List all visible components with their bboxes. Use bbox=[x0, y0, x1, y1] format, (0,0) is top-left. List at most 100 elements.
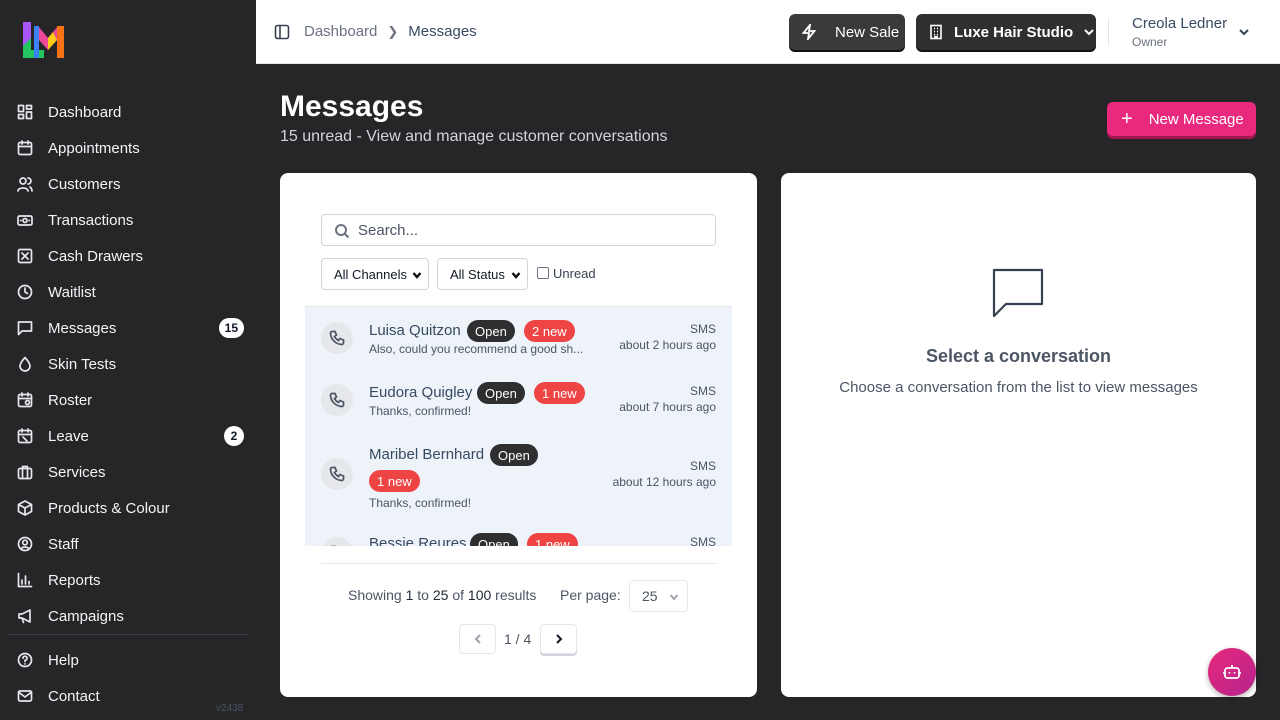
clock-icon bbox=[16, 283, 34, 301]
sidebar-item-transactions[interactable]: Transactions bbox=[8, 202, 248, 238]
message-icon bbox=[16, 319, 34, 337]
banknote-icon bbox=[16, 211, 34, 229]
sidebar-item-appointments[interactable]: Appointments bbox=[8, 130, 248, 166]
message-preview: Thanks, confirmed! bbox=[369, 496, 472, 510]
bar-chart-icon bbox=[16, 571, 34, 589]
conversation-row[interactable]: Eudora Quigley Open 1 new Thanks, confir… bbox=[305, 369, 732, 431]
status-filter-select[interactable]: All Status bbox=[437, 258, 528, 290]
studio-selector[interactable]: Luxe Hair Studio bbox=[916, 14, 1096, 50]
mail-icon bbox=[16, 687, 34, 705]
users-icon bbox=[16, 175, 34, 193]
chevron-down-icon bbox=[511, 272, 521, 279]
next-page-button[interactable] bbox=[540, 624, 577, 654]
sidebar-item-services[interactable]: Services bbox=[8, 454, 248, 490]
channel-label: SMS bbox=[689, 459, 716, 473]
breadcrumb: Dashboard ❯ Messages bbox=[304, 23, 477, 40]
sidebar-item-contact[interactable]: Contact bbox=[8, 678, 248, 714]
status-badge: Open bbox=[467, 320, 515, 342]
search-icon bbox=[335, 224, 350, 239]
search-field[interactable] bbox=[321, 214, 716, 246]
per-page-label: Per page: bbox=[560, 587, 621, 603]
new-sale-button[interactable]: New Sale bbox=[789, 14, 905, 50]
leave-count-badge: 2 bbox=[224, 426, 244, 446]
phone-icon bbox=[321, 537, 353, 546]
status-badge: Open bbox=[477, 382, 525, 404]
sidebar-item-label: Products & Colour bbox=[48, 499, 170, 517]
page-subtitle: 15 unread - View and manage customer con… bbox=[280, 128, 668, 145]
sidebar-item-campaigns[interactable]: Campaigns bbox=[8, 598, 248, 634]
sidebar-item-waitlist[interactable]: Waitlist bbox=[8, 274, 248, 310]
sidebar-item-label: Customers bbox=[48, 175, 121, 193]
calendar-clock-icon bbox=[16, 391, 34, 409]
chevron-right-icon: ❯ bbox=[387, 23, 399, 39]
per-page-value: 25 bbox=[642, 588, 658, 604]
sidebar-item-cash-drawers[interactable]: Cash Drawers bbox=[8, 238, 248, 274]
sidebar-toggle-icon[interactable] bbox=[274, 24, 290, 40]
conversation-row[interactable]: Maribel Bernhard Open 1 new Thanks, conf… bbox=[305, 431, 732, 517]
customer-name: Eudora Quigley bbox=[369, 384, 473, 401]
sidebar-item-label: Staff bbox=[48, 535, 79, 553]
chevron-down-icon bbox=[412, 272, 422, 279]
new-message-button[interactable]: + New Message bbox=[1107, 102, 1256, 136]
sidebar-item-label: Reports bbox=[48, 571, 101, 589]
sidebar-item-label: Waitlist bbox=[48, 283, 96, 301]
user-circle-icon bbox=[16, 535, 34, 553]
new-count-badge: 1 new bbox=[534, 382, 585, 404]
lightning-icon bbox=[801, 24, 817, 40]
logo[interactable] bbox=[20, 20, 76, 60]
new-sale-label: New Sale bbox=[835, 23, 900, 41]
header-divider bbox=[1108, 18, 1109, 46]
sidebar-item-label: Dashboard bbox=[48, 103, 122, 121]
droplet-icon bbox=[16, 355, 34, 373]
sidebar-item-staff[interactable]: Staff bbox=[8, 526, 248, 562]
conversation-row[interactable]: Luisa Quitzon Open 2 new Also, could you… bbox=[305, 307, 732, 369]
previous-page-button[interactable] bbox=[459, 624, 496, 654]
conversation-row[interactable]: Bessie Reures Open 1 new SMS bbox=[305, 517, 732, 546]
building-icon bbox=[930, 24, 942, 40]
sidebar-item-dashboard[interactable]: Dashboard bbox=[8, 94, 248, 130]
empty-state-text: Choose a conversation from the list to v… bbox=[839, 379, 1198, 396]
calendar-icon bbox=[16, 139, 34, 157]
status-filter-value: All Status bbox=[450, 266, 505, 282]
sidebar-item-messages[interactable]: Messages 15 bbox=[8, 310, 248, 346]
sidebar-item-products-colour[interactable]: Products & Colour bbox=[8, 490, 248, 526]
message-preview: Thanks, confirmed! bbox=[369, 404, 472, 418]
page-indicator: 1 / 4 bbox=[504, 631, 532, 647]
empty-state-title: Select a conversation bbox=[925, 346, 1112, 366]
assistant-button[interactable] bbox=[1208, 648, 1256, 696]
conversation-list-panel: All Channels All Status Unread Luisa Qui… bbox=[280, 173, 757, 697]
sidebar-item-roster[interactable]: Roster bbox=[8, 382, 248, 418]
user-menu-chevron-icon[interactable] bbox=[1238, 26, 1250, 38]
grid-icon bbox=[16, 103, 34, 121]
message-preview: Also, could you recommend a good sh... bbox=[369, 342, 584, 356]
messages-count-badge: 15 bbox=[218, 318, 244, 338]
status-badge: Open bbox=[470, 533, 518, 546]
sidebar-item-label: Contact bbox=[48, 687, 100, 705]
sidebar-item-leave[interactable]: Leave 2 bbox=[8, 418, 248, 454]
sidebar-item-skin-tests[interactable]: Skin Tests bbox=[8, 346, 248, 382]
search-input[interactable] bbox=[358, 219, 708, 241]
sidebar-item-label: Skin Tests bbox=[48, 355, 117, 373]
sidebar-item-customers[interactable]: Customers bbox=[8, 166, 248, 202]
bot-icon bbox=[1223, 665, 1241, 679]
new-count-badge: 1 new bbox=[527, 533, 578, 546]
customer-name: Luisa Quitzon bbox=[369, 322, 461, 339]
breadcrumb-dashboard[interactable]: Dashboard bbox=[304, 23, 377, 40]
sidebar-item-label: Leave bbox=[48, 427, 89, 445]
chevron-left-icon bbox=[474, 634, 481, 644]
sidebar-item-help[interactable]: Help bbox=[8, 642, 248, 678]
user-name[interactable]: Creola Ledner bbox=[1132, 15, 1227, 32]
per-page-select[interactable]: 25 bbox=[629, 580, 688, 612]
channel-filter-value: All Channels bbox=[334, 266, 407, 282]
unread-label[interactable]: Unread bbox=[553, 266, 596, 281]
message-square-icon bbox=[990, 266, 1046, 322]
help-circle-icon bbox=[16, 651, 34, 669]
channel-filter-select[interactable]: All Channels bbox=[321, 258, 429, 290]
timestamp: about 2 hours ago bbox=[619, 338, 716, 352]
sidebar-divider bbox=[8, 634, 248, 635]
conversation-detail-panel: Select a conversation Choose a conversat… bbox=[781, 173, 1256, 697]
unread-checkbox[interactable] bbox=[537, 267, 549, 279]
sidebar-item-reports[interactable]: Reports bbox=[8, 562, 248, 598]
briefcase-icon bbox=[16, 463, 34, 481]
chevron-down-icon bbox=[669, 594, 679, 601]
